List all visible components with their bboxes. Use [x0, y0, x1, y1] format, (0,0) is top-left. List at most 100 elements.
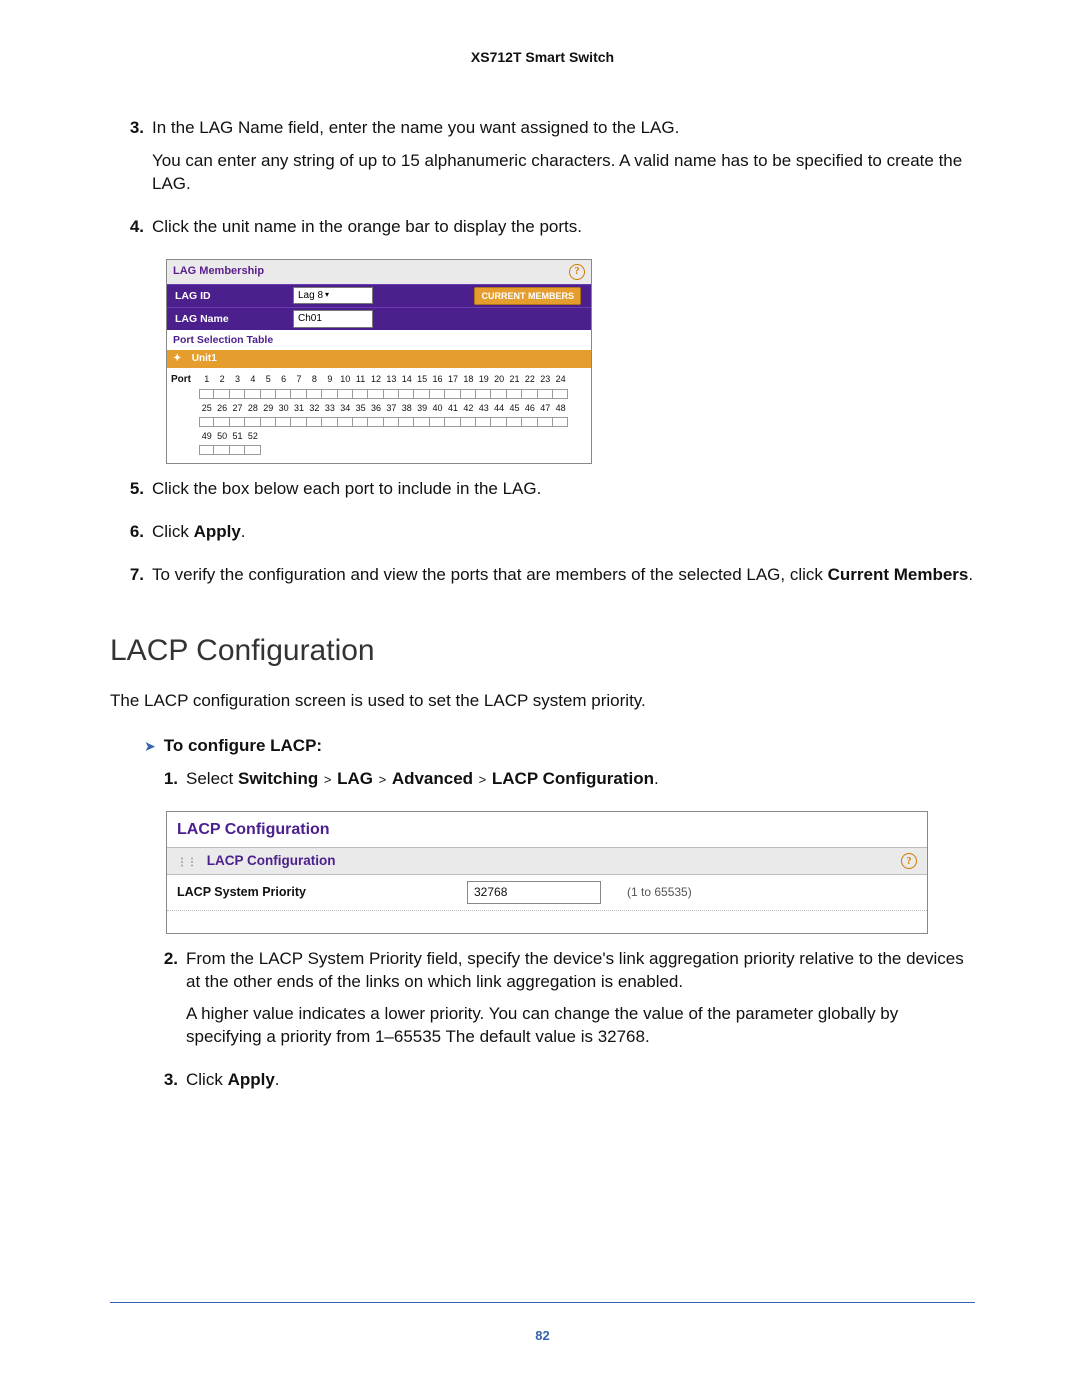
port-checkbox[interactable] [491, 389, 506, 399]
step-body: From the LACP System Priority field, spe… [186, 948, 975, 1060]
port-checkbox[interactable] [245, 445, 260, 455]
lag-membership-screenshot: LAG Membership ? LAG ID Lag 8 ▾ CURRENT … [166, 259, 592, 465]
port-number: 37 [384, 402, 399, 414]
port-number: 51 [230, 430, 245, 442]
port-checkbox[interactable] [553, 389, 568, 399]
port-checkbox[interactable] [538, 389, 553, 399]
lacp-config-screenshot: LACP Configuration ⋮⋮ LACP Configuration… [166, 811, 928, 934]
port-number: 44 [491, 402, 506, 414]
port-checkbox[interactable] [353, 417, 368, 427]
lacp-priority-hint: (1 to 65535) [617, 884, 692, 900]
port-checkbox[interactable] [507, 417, 522, 427]
footer-rule [110, 1302, 975, 1303]
lag-id-select[interactable]: Lag 8 ▾ [293, 287, 373, 305]
port-number: 15 [414, 373, 429, 385]
port-checkbox[interactable] [230, 389, 245, 399]
port-checkbox[interactable] [276, 417, 291, 427]
port-number: 8 [307, 373, 322, 385]
port-checkbox[interactable] [538, 417, 553, 427]
port-checkbox[interactable] [414, 417, 429, 427]
help-icon[interactable]: ? [901, 853, 917, 869]
lag-name-label: LAG Name [167, 308, 293, 330]
port-checkbox[interactable] [430, 417, 445, 427]
unit-row[interactable]: ✦ Unit1 [167, 350, 591, 368]
port-number: 18 [461, 373, 476, 385]
port-number: 39 [414, 402, 429, 414]
port-checkbox[interactable] [476, 389, 491, 399]
port-number: 7 [291, 373, 306, 385]
port-checkbox[interactable] [461, 417, 476, 427]
port-checkbox[interactable] [291, 417, 306, 427]
port-checkbox[interactable] [307, 389, 322, 399]
port-checkbox[interactable] [445, 417, 460, 427]
port-checkbox[interactable] [384, 417, 399, 427]
step-body: Click the unit name in the orange bar to… [152, 216, 975, 249]
port-checkbox[interactable] [199, 389, 214, 399]
step-body: Click the box below each port to include… [152, 478, 975, 511]
port-checkbox[interactable] [445, 389, 460, 399]
port-number: 46 [522, 402, 537, 414]
port-checkbox[interactable] [199, 417, 214, 427]
port-checkbox[interactable] [199, 445, 214, 455]
port-checkbox[interactable] [414, 389, 429, 399]
port-checkbox[interactable] [214, 445, 229, 455]
port-checkbox[interactable] [553, 417, 568, 427]
step-body: Click Apply. [152, 521, 975, 554]
port-checkbox[interactable] [245, 389, 260, 399]
port-number: 3 [230, 373, 245, 385]
port-checkbox[interactable] [276, 389, 291, 399]
chevron-down-icon: ▾ [325, 290, 329, 301]
lacp-priority-input[interactable]: 32768 [467, 881, 601, 903]
port-number: 29 [261, 402, 276, 414]
port-number: 36 [368, 402, 383, 414]
port-checkbox[interactable] [399, 389, 414, 399]
port-checkbox[interactable] [384, 389, 399, 399]
port-number: 22 [522, 373, 537, 385]
port-checkbox[interactable] [368, 417, 383, 427]
port-checkbox[interactable] [261, 389, 276, 399]
help-icon[interactable]: ? [569, 264, 585, 280]
port-checkbox[interactable] [230, 445, 245, 455]
port-number: 14 [399, 373, 414, 385]
port-number: 28 [245, 402, 260, 414]
port-number: 34 [338, 402, 353, 414]
port-row-label: Port [171, 373, 199, 387]
port-checkbox[interactable] [322, 417, 337, 427]
port-checkbox[interactable] [507, 389, 522, 399]
port-checkbox[interactable] [245, 417, 260, 427]
port-number: 47 [538, 402, 553, 414]
port-checkbox[interactable] [522, 389, 537, 399]
port-number: 31 [291, 402, 306, 414]
port-number: 6 [276, 373, 291, 385]
port-checkbox[interactable] [368, 389, 383, 399]
port-checkbox[interactable] [214, 389, 229, 399]
lag-panel-title: LAG Membership [173, 264, 264, 279]
port-checkbox[interactable] [399, 417, 414, 427]
port-checkbox[interactable] [476, 417, 491, 427]
port-checkbox[interactable] [338, 417, 353, 427]
port-checkbox[interactable] [230, 417, 245, 427]
port-checkbox[interactable] [491, 417, 506, 427]
port-number: 2 [214, 373, 229, 385]
port-checkbox[interactable] [353, 389, 368, 399]
port-checkbox[interactable] [430, 389, 445, 399]
port-number: 43 [476, 402, 491, 414]
lacp-sub-title: LACP Configuration [207, 853, 336, 868]
lag-name-input[interactable]: Ch01 [293, 310, 373, 328]
current-members-button[interactable]: CURRENT MEMBERS [474, 287, 581, 305]
port-checkbox[interactable] [307, 417, 322, 427]
port-checkbox[interactable] [461, 389, 476, 399]
step-number: 5. [110, 478, 152, 511]
lacp-priority-label: LACP System Priority [177, 884, 467, 901]
port-checkbox[interactable] [291, 389, 306, 399]
port-checkbox[interactable] [338, 389, 353, 399]
step-number: 3. [110, 117, 152, 206]
port-number: 40 [430, 402, 445, 414]
port-checkbox[interactable] [522, 417, 537, 427]
port-number: 20 [491, 373, 506, 385]
port-checkbox[interactable] [214, 417, 229, 427]
lacp-big-title: LACP Configuration [167, 812, 927, 848]
port-number: 5 [261, 373, 276, 385]
port-checkbox[interactable] [322, 389, 337, 399]
port-checkbox[interactable] [261, 417, 276, 427]
